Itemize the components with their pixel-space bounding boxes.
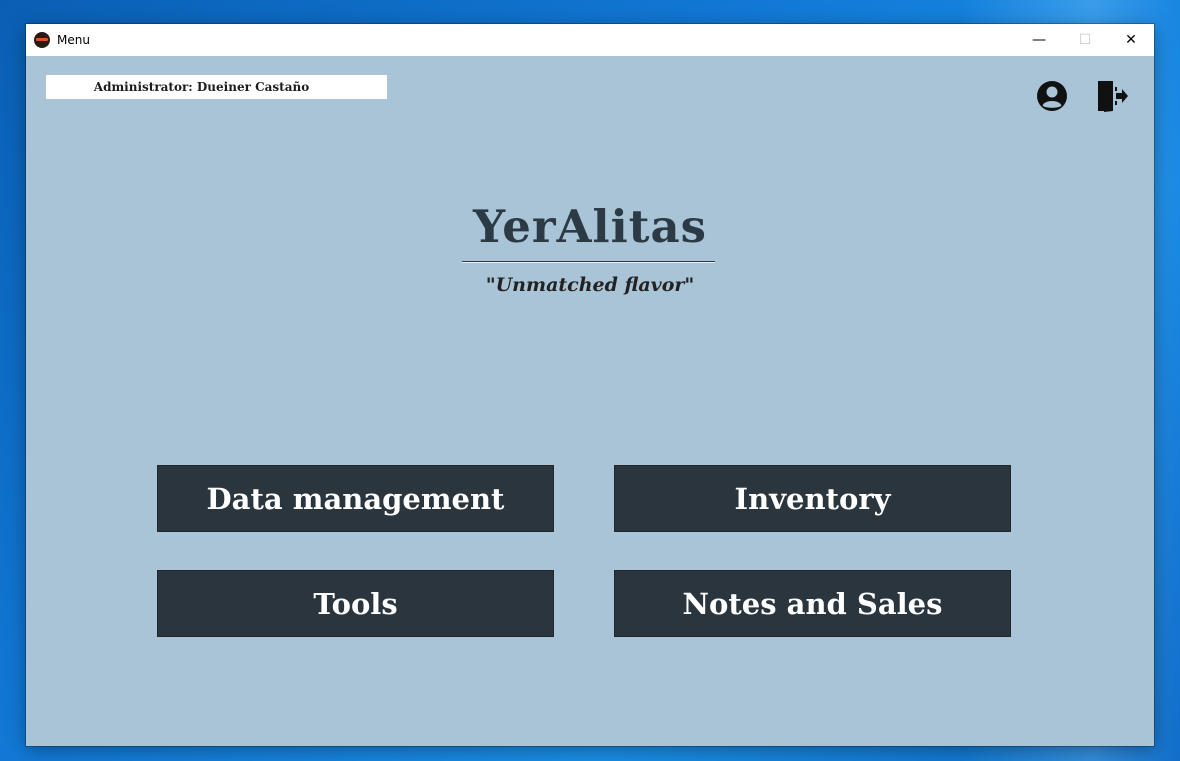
tools-button[interactable]: Tools [157,570,554,637]
brand-tagline: "Unmatched flavor" [485,274,695,296]
notes-and-sales-button[interactable]: Notes and Sales [614,570,1011,637]
window-title: Menu [57,33,90,47]
main-content: Administrator: Dueiner Castaño YerAlitas… [26,56,1154,746]
app-window: Menu — ☐ ✕ Administrator: Dueiner Castañ… [26,24,1154,746]
window-controls: — ☐ ✕ [1016,24,1154,56]
logout-door-icon[interactable] [1094,78,1130,114]
maximize-button[interactable]: ☐ [1062,24,1108,56]
title-bar[interactable]: Menu — ☐ ✕ [26,24,1154,56]
title-divider [462,261,715,263]
inventory-button[interactable]: Inventory [614,465,1011,532]
close-button[interactable]: ✕ [1108,24,1154,56]
data-management-button[interactable]: Data management [157,465,554,532]
app-logo-icon [34,32,50,48]
user-circle-icon[interactable] [1034,78,1070,114]
minimize-button[interactable]: — [1016,24,1062,56]
brand-title: YerAlitas [473,200,707,253]
admin-user-label: Administrator: Dueiner Castaño [46,75,387,99]
